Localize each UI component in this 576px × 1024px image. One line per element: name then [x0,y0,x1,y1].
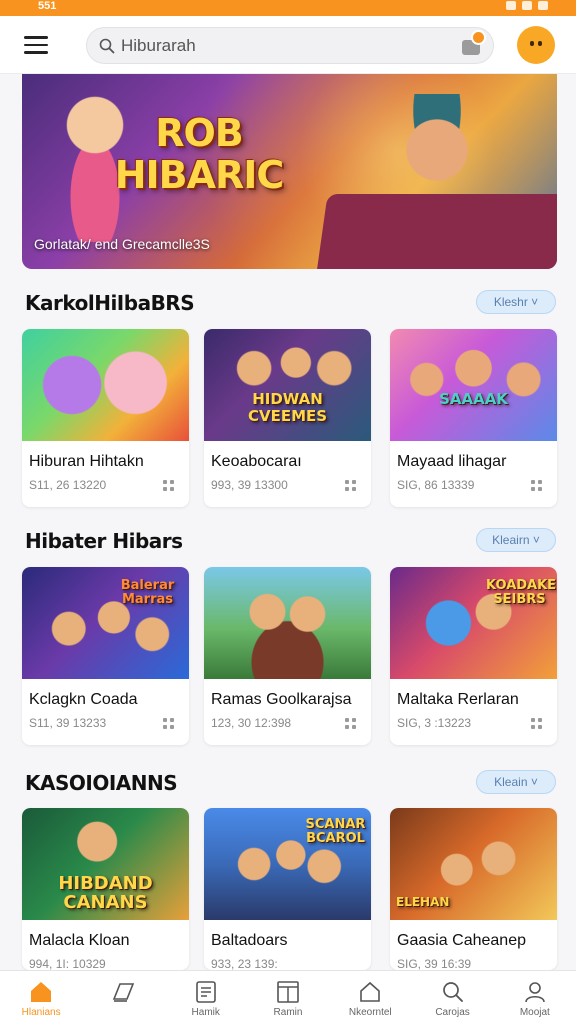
card-title: Keoabocaraı [211,453,302,470]
status-time: 551 [38,0,57,12]
grid-more-icon[interactable] [531,480,547,492]
thumbnail-label: HIBDAND CANANS [58,873,153,913]
see-all-label: Kleshr [493,295,528,309]
nav-label: Hamik [191,1007,220,1018]
card-title: Baltadoars [211,932,288,949]
card-title: Kclagkn Coada [29,691,138,708]
top-app-bar [0,16,576,74]
search-icon [99,38,115,54]
notification-badge [471,30,486,45]
card-meta: 994, 1I: 10329 [29,957,106,970]
list-icon [195,981,216,1003]
game-thumbnail: ELEHAN [390,808,557,920]
card-title: Maltaka Rerlaran [397,691,519,708]
card-meta: S11, 26 13220 [29,478,107,492]
card-meta: S11, 39 13233 [29,716,107,730]
section-title: KASOIOIANNS [25,771,178,795]
house-outline-icon [360,981,381,1002]
grid-more-icon[interactable] [345,480,361,492]
hero-character-image [382,94,492,234]
game-card[interactable]: KOADAKE SEIBRS Maltaka Rerlaran SIG, 3 :… [390,567,557,745]
game-thumbnail: HIDWAN CVEEMES [204,329,371,441]
grid-more-icon[interactable] [531,718,547,730]
thumbnail-label: HIDWAN CVEEMES [247,390,328,425]
game-thumbnail: SAAAAK [390,329,557,441]
thumbnail-label: ELEHAN [396,895,450,909]
grid-more-icon[interactable] [345,718,361,730]
nav-label: Moojat [519,1007,550,1018]
game-thumbnail: KOADAKE SEIBRS [390,567,557,679]
nav-item-home-outline[interactable]: Nkeorntel [329,971,411,1024]
game-thumbnail: SCANAR BCAROL [204,808,371,920]
nav-item-tag[interactable] [82,971,164,1024]
see-all-button[interactable]: Kleairn ˅ [476,528,556,552]
card-title: Malacla Kloan [29,932,130,949]
card-meta: 933, 23 139: [211,957,278,970]
game-card[interactable]: HIBDAND CANANS Malacla Kloan 994, 1I: 10… [22,808,189,970]
hamburger-menu-icon[interactable] [24,36,48,54]
card-meta: 123, 30 12:398 [211,716,292,730]
game-card[interactable]: SCANAR BCAROL Baltadoars 933, 23 139: [204,808,371,970]
status-icons [506,1,548,10]
search-input[interactable] [121,34,451,58]
game-card[interactable]: ELEHAN Gaasia Caheanep SIG, 39 16:39 [390,808,557,970]
search-icon [442,982,463,1002]
notification-icon [506,1,516,10]
hero-title: ROB HIBARIC [114,111,285,197]
game-thumbnail [22,329,189,441]
see-all-label: Kleain [494,775,528,789]
avatar[interactable] [517,26,555,64]
hero-banner[interactable]: ROB HIBARIC Gorlatak/ end Grecamclle3S [22,74,557,269]
see-all-button[interactable]: Kleshr ˅ [476,290,556,314]
card-meta: SIG, 3 :13223 [397,716,472,730]
nav-label: Nkeorntel [348,1007,392,1018]
card-meta: SIG, 86 13339 [397,478,475,492]
battery-icon [538,1,548,10]
section-title: Hibater Hibars [25,529,183,553]
nav-item-list[interactable]: Hamik [165,971,247,1024]
game-thumbnail: Balerar Marras [22,567,189,679]
thumbnail-label: SCANAR BCAROL [305,817,366,846]
nav-label: Carojas [435,1007,470,1018]
nav-item-profile[interactable]: Moojat [494,971,576,1024]
nav-label: Ramin [273,1007,303,1018]
game-card[interactable]: Balerar Marras Kclagkn Coada S11, 39 132… [22,567,189,745]
nav-item-search[interactable]: Carojas [411,971,493,1024]
game-card[interactable]: Hiburan Hihtakn S11, 26 13220 [22,329,189,507]
home-icon [31,982,52,1002]
game-card[interactable]: Ramas Goolkarajsa 123, 30 12:398 [204,567,371,745]
card-meta: 993, 39 13300 [211,478,288,492]
board-icon [277,981,299,1003]
nav-item-home[interactable]: Hlanians [0,971,82,1024]
nav-label: Hlanians [21,1007,61,1018]
game-card[interactable]: SAAAAK Mayaad lihagar SIG, 86 13339 [390,329,557,507]
grid-more-icon[interactable] [163,718,179,730]
shopping-bag-icon[interactable] [462,30,486,56]
game-card[interactable]: HIDWAN CVEEMES Keoabocaraı 993, 39 13300 [204,329,371,507]
thumbnail-label: Balerar Marras [120,578,175,607]
bottom-navigation: Hlanians Hamik Ramin Nkeorntel Carojas M… [0,970,576,1024]
tag-icon [113,983,135,1002]
hero-subtitle: Gorlatak/ end Grecamclle3S [34,236,210,252]
card-meta: SIG, 39 16:39 [397,957,472,970]
see-all-button[interactable]: Kleain ˅ [476,770,556,794]
status-bar: 551 [0,0,576,16]
card-title: Ramas Goolkarajsa [211,691,352,708]
wifi-icon [522,1,532,10]
thumbnail-label: SAAAAK [439,390,508,408]
thumbnail-label: KOADAKE SEIBRS [486,578,557,607]
grid-more-icon[interactable] [163,480,179,492]
card-title: Mayaad lihagar [397,453,507,470]
see-all-label: Kleairn [492,533,530,547]
profile-icon [525,982,545,1003]
search-bar[interactable] [86,27,494,64]
game-thumbnail: HIBDAND CANANS [22,808,189,920]
nav-item-board[interactable]: Ramin [247,971,329,1024]
section-title: KarkolHiIbaBRS [25,291,195,315]
card-title: Hiburan Hihtakn [29,453,144,470]
card-title: Gaasia Caheanep [397,932,526,949]
game-thumbnail [204,567,371,679]
